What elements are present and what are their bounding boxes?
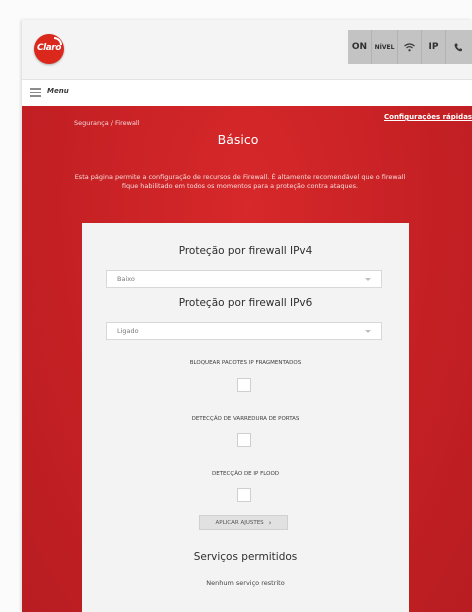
status-bar: ON NÍVEL IP bbox=[348, 30, 472, 64]
ip-flood-label: DETECÇÃO DE IP FLOOD bbox=[211, 471, 280, 477]
page-description: Esta página permite a configuração de re… bbox=[74, 173, 406, 190]
top-header: Claro ON NÍVEL IP bbox=[22, 20, 472, 80]
wifi-icon bbox=[404, 42, 415, 51]
apply-settings-button[interactable]: APLICAR AJUSTES › bbox=[199, 515, 288, 530]
ipv6-protection-select[interactable]: Ligado bbox=[106, 322, 382, 340]
status-phone[interactable] bbox=[446, 30, 472, 64]
ipv4-protection-select[interactable]: Baixo bbox=[106, 270, 382, 288]
fragmented-packets-checkbox[interactable] bbox=[237, 378, 251, 392]
no-services-text: Nenhum serviço restrito bbox=[206, 579, 285, 587]
fragmented-packets-label: BLOQUEAR PACOTES IP FRAGMENTADOS bbox=[189, 360, 302, 366]
ip-flood-checkbox[interactable] bbox=[237, 488, 251, 502]
breadcrumb: Segurança / Firewall bbox=[74, 119, 140, 127]
chevron-right-icon: › bbox=[268, 518, 272, 527]
router-admin-page: Claro ON NÍVEL IP Menu Segurança / Firew… bbox=[22, 20, 472, 612]
status-nivel[interactable]: NÍVEL bbox=[372, 30, 398, 64]
port-scan-label: DETECÇÃO DE VARREDURA DE PORTAS bbox=[191, 416, 300, 422]
chevron-down-icon bbox=[365, 330, 371, 333]
menu-label[interactable]: Menu bbox=[47, 87, 69, 95]
status-on[interactable]: ON bbox=[348, 30, 372, 64]
firewall-settings-card: Proteção por firewall IPv4 Baixo Proteçã… bbox=[82, 223, 409, 612]
status-ip[interactable]: IP bbox=[422, 30, 446, 64]
browser-viewport: Claro ON NÍVEL IP Menu Segurança / Firew… bbox=[0, 0, 472, 612]
main-content: Segurança / Firewall Configurações rápid… bbox=[22, 106, 472, 612]
logo-swoosh-icon bbox=[54, 37, 62, 45]
quick-config-link[interactable]: Configurações rápidas bbox=[384, 113, 472, 121]
menu-bar: Menu bbox=[22, 80, 472, 106]
hamburger-menu-icon[interactable] bbox=[30, 88, 41, 97]
phone-icon bbox=[454, 43, 462, 51]
ipv6-selected-value: Ligado bbox=[117, 327, 139, 335]
ipv4-heading: Proteção por firewall IPv4 bbox=[178, 245, 313, 257]
status-wifi[interactable] bbox=[398, 30, 422, 64]
chevron-down-icon bbox=[365, 278, 371, 281]
claro-logo[interactable]: Claro bbox=[34, 34, 64, 64]
ipv6-heading: Proteção por firewall IPv6 bbox=[178, 297, 313, 309]
port-scan-checkbox[interactable] bbox=[237, 433, 251, 447]
apply-settings-label: APLICAR AJUSTES bbox=[215, 519, 264, 526]
allowed-services-heading: Serviços permitidos bbox=[193, 551, 298, 563]
page-title: Básico bbox=[217, 132, 259, 147]
ipv4-selected-value: Baixo bbox=[117, 275, 135, 283]
